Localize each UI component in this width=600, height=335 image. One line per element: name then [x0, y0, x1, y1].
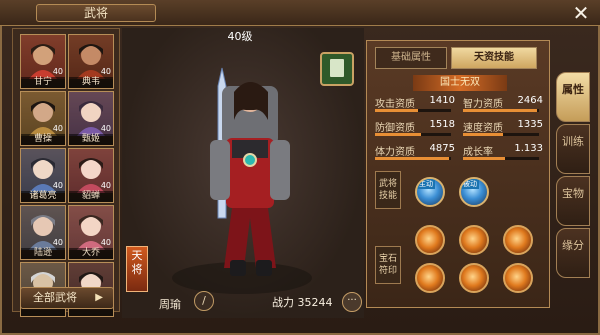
page-title: 武将 [36, 4, 156, 22]
stat-bar [375, 157, 451, 160]
hero-card[interactable]: 曹操 40 [20, 91, 66, 146]
stat-label: 成长率 [463, 147, 493, 158]
hero-card-level: 40 [100, 67, 111, 76]
hero-card-name: 甘宁 [21, 77, 65, 88]
stat-row: 攻击资质 1410 [375, 93, 455, 117]
fire-rune-icon[interactable] [415, 225, 445, 255]
hero-list-panel: 甘宁 40 典韦 40 曹操 40 甄姬 40 诸葛亮 40 貂蝉 40 陆逊 40 大乔 40 [12, 28, 120, 317]
hero-card[interactable]: 诸葛亮 40 [20, 148, 66, 203]
book-icon[interactable] [320, 52, 354, 86]
hero-card-name: 大乔 [69, 248, 113, 259]
hero-card-name: 甄姬 [69, 134, 113, 145]
fire-rune-icon[interactable] [415, 263, 445, 293]
hero-card-name: 曹操 [21, 134, 65, 145]
stat-value: 2464 [517, 95, 543, 106]
power-value: 35244 [297, 296, 333, 309]
all-heroes-label: 全部武将 [33, 291, 77, 304]
arrow-right-icon: ▶ [95, 292, 103, 303]
hero-card[interactable]: 甘宁 40 [20, 34, 66, 89]
hero-level: 40级 [227, 30, 253, 43]
hero-card-level: 40 [52, 124, 63, 133]
close-icon: ✕ [572, 1, 590, 25]
close-button[interactable]: ✕ [568, 2, 594, 24]
fire-rune-icon[interactable] [459, 263, 489, 293]
stat-bar [375, 109, 451, 112]
stat-row: 体力资质 4875 [375, 141, 455, 165]
fire-rune-icon[interactable] [503, 225, 533, 255]
stat-label: 智力资质 [463, 99, 503, 110]
tab-talent-skills[interactable]: 天资技能 [451, 47, 537, 69]
stat-label: 体力资质 [375, 147, 415, 158]
stat-bar-fill [375, 133, 421, 136]
hero-card-name: 陆逊 [21, 248, 65, 259]
hero-grid: 甘宁 40 典韦 40 曹操 40 甄姬 40 诸葛亮 40 貂蝉 40 陆逊 40 大乔 40 [19, 33, 115, 318]
stat-value: 4875 [429, 143, 455, 154]
attribute-panel: 基础属性 天资技能 国士无双 攻击资质 1410 智力资质 2464 防御资质 1518 速… [366, 40, 550, 308]
ellipsis-icon: ··· [347, 295, 357, 306]
skill-tag: 主动 [417, 179, 435, 189]
ice-skill-icon[interactable]: 被动 [459, 177, 489, 207]
stat-bar [463, 133, 539, 136]
stat-value: 1518 [429, 119, 455, 130]
hero-card-level: 40 [100, 181, 111, 190]
rename-button[interactable]: / [194, 291, 214, 311]
hero-card-level: 40 [100, 124, 111, 133]
hero-card-level: 40 [52, 238, 63, 247]
stat-bar-fill [463, 133, 503, 136]
more-button[interactable]: ··· [342, 292, 362, 312]
stat-row: 速度资质 1335 [463, 117, 543, 141]
rank-badge: 天将 [126, 246, 148, 292]
tab-attributes[interactable]: 属性 [556, 72, 590, 122]
stat-bar-fill [375, 157, 449, 160]
hero-name: 周瑜 [159, 298, 181, 311]
hero-card[interactable]: 貂蝉 40 [68, 148, 114, 203]
hero-card-name: 貂蝉 [69, 191, 113, 202]
hero-card[interactable]: 典韦 40 [68, 34, 114, 89]
stat-value: 1410 [429, 95, 455, 106]
stat-label: 速度资质 [463, 123, 503, 134]
stat-row: 成长率 1.133 [463, 141, 543, 165]
skills-heading: 武将技能 [375, 171, 401, 209]
tab-treasure[interactable]: 宝物 [556, 176, 590, 226]
stat-value: 1.133 [514, 143, 543, 154]
hero-card[interactable]: 大乔 40 [68, 205, 114, 260]
stat-row: 智力资质 2464 [463, 93, 543, 117]
stat-label: 攻击资质 [375, 99, 415, 110]
tab-base-attributes[interactable]: 基础属性 [375, 47, 447, 69]
stat-bar [463, 109, 539, 112]
tab-training[interactable]: 训练 [556, 124, 590, 174]
water-skill-icon[interactable]: 主动 [415, 177, 445, 207]
fire-rune-icon[interactable] [503, 263, 533, 293]
hero-card-name: 诸葛亮 [21, 191, 65, 202]
stat-bar [463, 157, 539, 160]
stat-bar [375, 133, 451, 136]
hero-card-level: 40 [52, 181, 63, 190]
tab-fate[interactable]: 缘分 [556, 228, 590, 278]
stat-label: 防御资质 [375, 123, 415, 134]
stat-value: 1335 [517, 119, 543, 130]
stat-bar-fill [375, 109, 418, 112]
hero-card-level: 40 [100, 238, 111, 247]
runes-heading: 宝石符印 [375, 246, 401, 284]
stat-row: 防御资质 1518 [375, 117, 455, 141]
talent-title: 国士无双 [413, 75, 507, 91]
stat-bar-fill [463, 157, 505, 160]
hero-card-name: 典韦 [69, 77, 113, 88]
hero-card[interactable]: 甄姬 40 [68, 91, 114, 146]
hero-card[interactable]: 陆逊 40 [20, 205, 66, 260]
hero-card-level: 40 [52, 67, 63, 76]
all-heroes-button[interactable]: 全部武将 ▶ [20, 287, 114, 309]
pen-icon: / [202, 294, 206, 307]
fire-rune-icon[interactable] [459, 225, 489, 255]
power-label: 战力 [272, 296, 294, 309]
stat-bar-fill [463, 109, 537, 112]
skill-tag: 被动 [461, 179, 479, 189]
